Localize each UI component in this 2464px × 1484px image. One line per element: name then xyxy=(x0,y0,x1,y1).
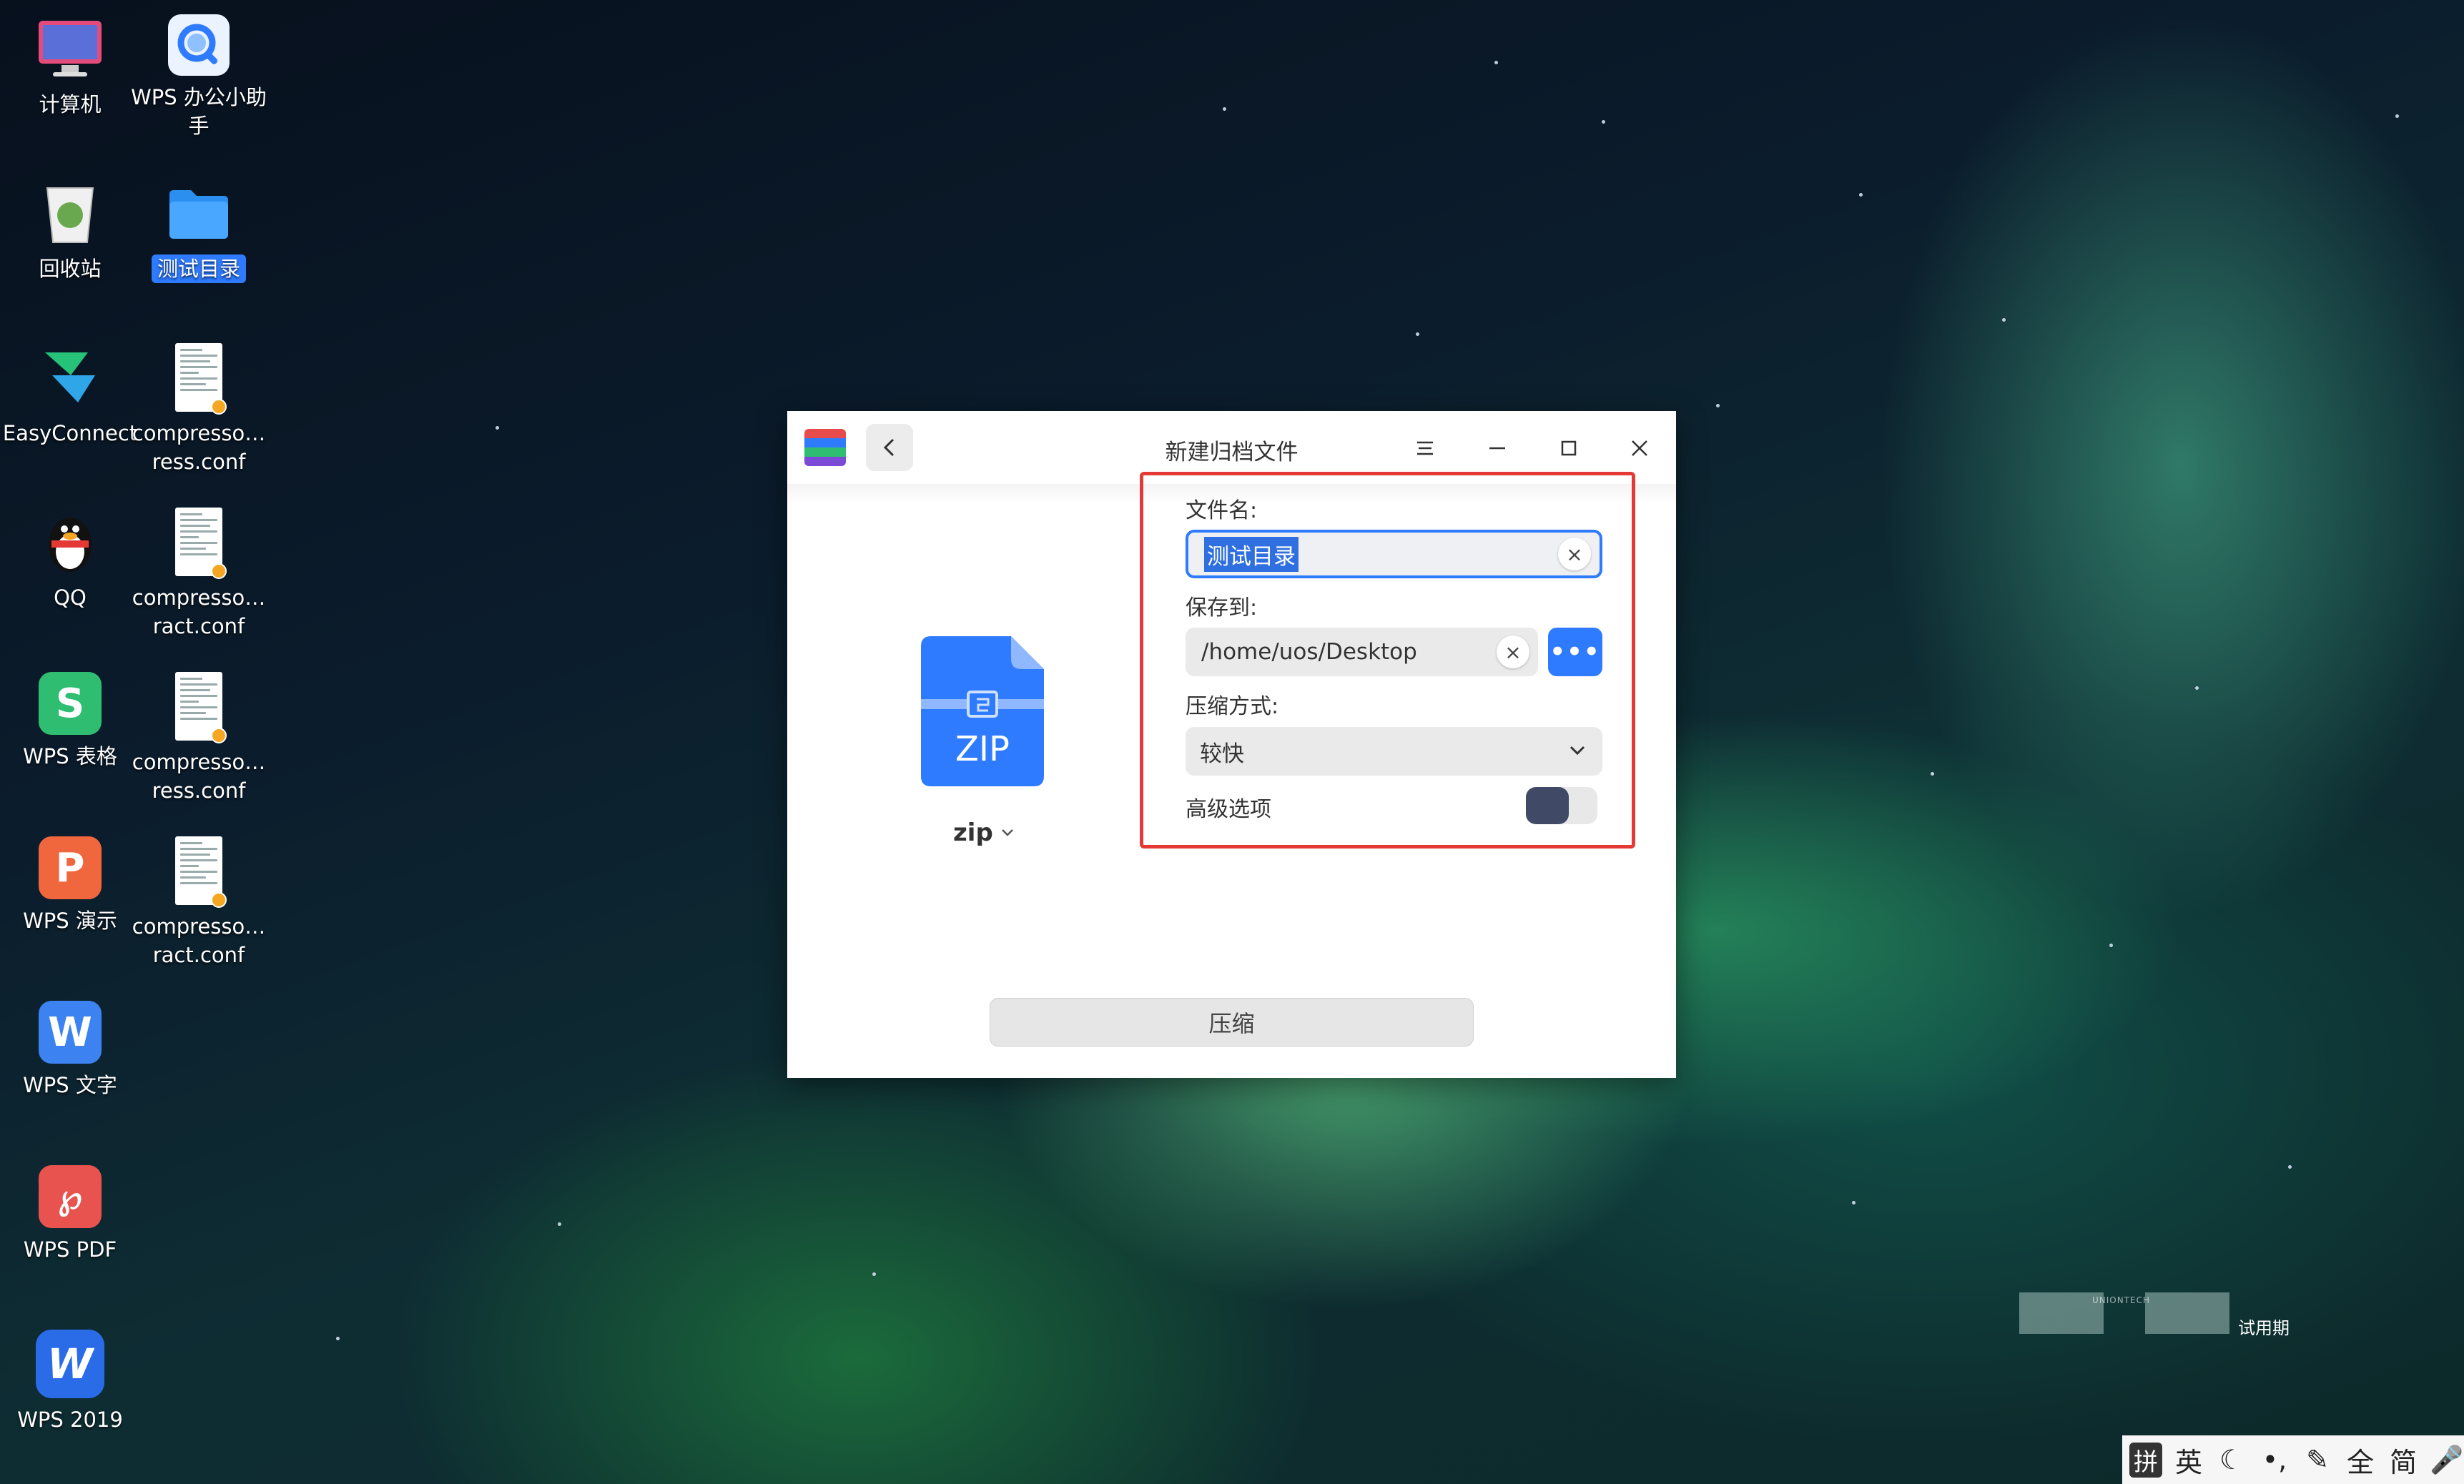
wps-sheet-icon: S xyxy=(39,672,102,735)
desktop-icon-compressor-conf-1[interactable]: compresso…ress.conf xyxy=(131,343,267,476)
trial-watermark: UNIONTECH 试用期 xyxy=(2019,1292,2291,1338)
desktop-icon-wps-writer[interactable]: W WPS 文字 xyxy=(2,1001,138,1099)
desktop-icon-computer[interactable]: 计算机 xyxy=(2,14,138,119)
desktop-icon-wps-presentation[interactable]: P WPS 演示 xyxy=(2,836,138,935)
desktop-icon-test-folder[interactable]: 测试目录 xyxy=(131,179,267,283)
desktop-icon-label: QQ xyxy=(54,585,87,610)
compress-button[interactable]: 压缩 xyxy=(990,998,1474,1047)
ime-simplified-toggle[interactable]: 简 xyxy=(2387,1440,2420,1480)
zip-badge-label: ZIP xyxy=(955,729,1010,769)
desktop-icon-label: 计算机 xyxy=(39,92,102,117)
folder-icon xyxy=(164,179,233,247)
document-icon xyxy=(164,672,233,743)
desktop-icon-label: WPS PDF xyxy=(23,1237,117,1262)
desktop-icon-label: WPS 文字 xyxy=(23,1073,117,1097)
desktop-icon-wps-pdf[interactable]: ℘ WPS PDF xyxy=(2,1165,138,1264)
minimize-button[interactable] xyxy=(1476,427,1519,470)
clear-filename-button[interactable]: × xyxy=(1558,538,1591,570)
menu-button[interactable] xyxy=(1404,427,1447,470)
ime-microphone-icon[interactable]: 🎤 xyxy=(2430,1444,2463,1476)
ime-fullwidth-toggle[interactable]: 全 xyxy=(2344,1440,2377,1480)
ime-punctuation-toggle[interactable]: •, xyxy=(2258,1444,2291,1475)
wps-assistant-icon xyxy=(168,14,230,76)
desktop-icon-label: compresso…ress.conf xyxy=(132,750,266,803)
desktop-icon-label: compresso…ract.conf xyxy=(132,914,266,967)
watermark-brand: UNIONTECH xyxy=(2092,1295,2151,1305)
clear-icon: × xyxy=(1566,542,1583,566)
archive-format-select[interactable]: zip xyxy=(953,818,1015,847)
maximize-icon xyxy=(1561,440,1577,456)
desktop-icon-compressor-conf-2[interactable]: compresso…ract.conf xyxy=(131,508,267,640)
desktop-icon-compressor-conf-4[interactable]: compresso…ract.conf xyxy=(131,836,267,969)
desktop-icon-easyconnect[interactable]: EasyConnect xyxy=(2,343,138,447)
ime-handwriting-icon[interactable]: ✎ xyxy=(2301,1444,2334,1475)
filename-input[interactable]: 测试目录 × xyxy=(1186,530,1602,578)
wps-2019-icon: W xyxy=(36,1330,104,1398)
toggle-knob xyxy=(1526,787,1569,824)
computer-icon xyxy=(36,14,104,83)
dialog-title: 新建归档文件 xyxy=(1165,440,1298,465)
desktop-icon-compressor-conf-3[interactable]: compresso…ress.conf xyxy=(131,672,267,805)
advanced-options-toggle[interactable] xyxy=(1526,787,1597,824)
archive-format-label: zip xyxy=(953,818,993,847)
new-archive-dialog: 新建归档文件 ZIP zip 文件名: 测试目录 × 保存到: /home/uo… xyxy=(787,411,1676,1078)
advanced-options-label: 高级选项 xyxy=(1186,797,1271,822)
desktop-icon-qq[interactable]: QQ xyxy=(2,508,138,612)
ime-moon-icon[interactable]: ☾ xyxy=(2215,1444,2248,1475)
desktop-icon-label: 测试目录 xyxy=(151,254,246,283)
desktop-icon-label: WPS 办公小助手 xyxy=(131,85,267,138)
wps-pdf-icon: ℘ xyxy=(39,1165,102,1228)
maximize-button[interactable] xyxy=(1547,427,1590,470)
input-method-toolbar: 拼 英 ☾ •, ✎ 全 简 🎤 xyxy=(2122,1435,2464,1484)
filename-value: 测试目录 xyxy=(1204,536,1298,572)
desktop-icon-label: compresso…ress.conf xyxy=(132,421,266,474)
trash-icon xyxy=(36,179,104,247)
compression-method-label: 压缩方式: xyxy=(1186,694,1279,719)
chevron-down-icon xyxy=(1569,746,1585,756)
clear-saveto-button[interactable]: × xyxy=(1497,635,1529,668)
saveto-label: 保存到: xyxy=(1186,595,1258,620)
document-icon xyxy=(164,343,233,415)
ime-english-toggle[interactable]: 英 xyxy=(2172,1440,2205,1480)
document-icon xyxy=(164,508,233,579)
chevron-down-icon xyxy=(1001,829,1013,836)
wps-writer-icon: W xyxy=(39,1001,102,1064)
desktop-icon-label: 回收站 xyxy=(39,257,102,281)
close-button[interactable] xyxy=(1618,427,1661,470)
desktop-icon-label: WPS 2019 xyxy=(17,1408,123,1432)
ime-pinyin-button[interactable]: 拼 xyxy=(2129,1442,2162,1478)
saveto-input[interactable]: /home/uos/Desktop × xyxy=(1186,628,1538,676)
browse-path-button[interactable]: ••• xyxy=(1548,628,1602,676)
desktop-icon-wps-sheet[interactable]: S WPS 表格 xyxy=(2,672,138,771)
saveto-value: /home/uos/Desktop xyxy=(1201,639,1417,665)
desktop-icon-wps-assistant[interactable]: WPS 办公小助手 xyxy=(131,14,267,140)
easyconnect-icon xyxy=(36,343,104,412)
close-icon xyxy=(1632,440,1647,456)
compression-method-select[interactable]: 较快 xyxy=(1186,727,1602,776)
clear-icon: × xyxy=(1504,640,1522,664)
qq-icon xyxy=(36,508,104,576)
desktop-icon-label: WPS 演示 xyxy=(23,909,117,933)
desktop-icon-label: compresso…ract.conf xyxy=(132,585,266,638)
document-icon xyxy=(164,836,233,908)
desktop-icon-label: EasyConnect xyxy=(2,421,138,445)
desktop-icon-trash[interactable]: 回收站 xyxy=(2,179,138,283)
zip-file-icon: ZIP xyxy=(921,636,1044,786)
compression-method-value: 较快 xyxy=(1200,741,1244,767)
desktop-icon-label: WPS 表格 xyxy=(23,744,117,768)
wps-presentation-icon: P xyxy=(39,836,102,899)
minimize-icon xyxy=(1489,447,1505,450)
more-dots-icon: ••• xyxy=(1549,638,1601,666)
watermark-text: 试用期 xyxy=(2238,1318,2290,1338)
hamburger-menu-icon xyxy=(1417,441,1433,455)
filename-label: 文件名: xyxy=(1186,498,1258,523)
desktop-icon-wps-2019[interactable]: W WPS 2019 xyxy=(2,1330,138,1434)
